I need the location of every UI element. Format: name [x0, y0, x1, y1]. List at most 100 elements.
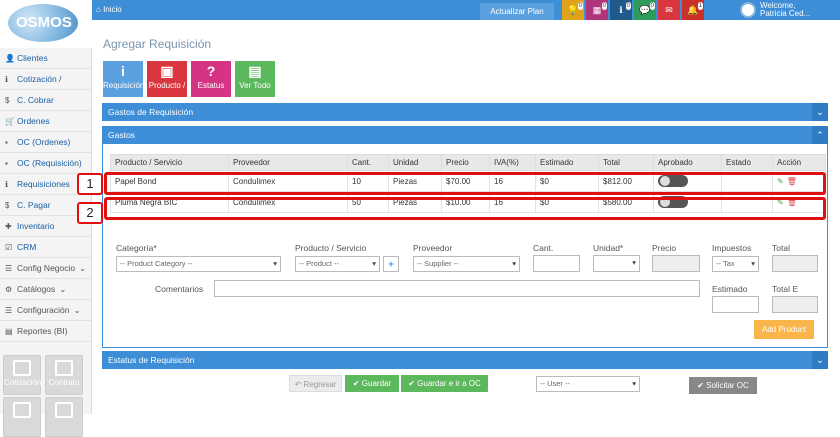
save-button[interactable]: ✔ Guardar — [345, 375, 399, 392]
document-icon: ▪ — [5, 158, 8, 168]
page-title: Agregar Requisición — [103, 37, 212, 51]
logo-text: OSMOS — [16, 14, 72, 31]
calendar-icon — [13, 402, 31, 418]
chevron-down-icon[interactable]: ⌄ — [812, 103, 828, 121]
estimated-input[interactable] — [712, 296, 759, 313]
estatus-button[interactable]: ? Estatus — [191, 61, 231, 97]
save-and-go-button[interactable]: ✔ Guardar e ir a OC — [401, 375, 488, 392]
supplier-select[interactable]: -- Supplier -- — [413, 256, 520, 272]
check-icon: ✔ — [408, 379, 415, 388]
sidebar-item-config-negocio[interactable]: ☰ Config Negocio ⌄ — [0, 258, 91, 279]
ver-todo-button[interactable]: ▤ Ver Todo — [235, 61, 275, 97]
button-label: Producto / — [148, 81, 186, 90]
panel-title: Estatus de Requisición — [108, 355, 195, 365]
col-precio: Precio — [441, 154, 490, 171]
question-icon: ? — [206, 63, 216, 79]
panel-estatus-requisicion[interactable]: Estatus de Requisición ⌄ — [102, 351, 828, 369]
col-producto: Producto / Servicio — [110, 154, 229, 171]
tile-cotizacion[interactable]: Cotización — [3, 355, 41, 395]
chart-icon: ▤ — [5, 326, 13, 336]
comentarios-label: Comentarios — [155, 284, 204, 294]
sidebar-item-cotizacion[interactable]: ℹ Cotización / — [0, 69, 91, 90]
check-icon: ✔ — [697, 381, 704, 390]
calendar-icon — [13, 360, 31, 376]
sidebar-item-catalogos[interactable]: ⚙ Catálogos ⌄ — [0, 279, 91, 300]
sidebar-item-configuracion[interactable]: ☰ Configuración ⌄ — [0, 300, 91, 321]
home-label: Inicio — [103, 5, 122, 14]
chevron-down-icon: ⌄ — [59, 283, 67, 294]
user-select[interactable]: -- User -- — [536, 376, 640, 392]
back-button[interactable]: ↶ Regresar — [289, 375, 342, 392]
logo[interactable]: OSMOS — [0, 0, 92, 48]
cogs-icon: ⚙ — [5, 284, 13, 294]
calendar-icon[interactable]: ▦ 0 — [586, 0, 608, 20]
chat-icon[interactable]: 💬 0 — [634, 0, 656, 20]
sidebar-item-label: Config Negocio — [17, 263, 76, 273]
sidebar-item-label: Cotización / — [17, 74, 62, 84]
mail-icon[interactable]: ✉ — [658, 0, 680, 20]
button-label: Solicitar OC — [706, 381, 749, 390]
add-product-button[interactable]: Add Product — [754, 320, 814, 339]
sidebar-item-cobrar[interactable]: $ C. Cobrar — [0, 90, 91, 111]
sidebar-item-ordenes[interactable]: 🛒 Ordenes — [0, 111, 91, 132]
unit-select[interactable] — [593, 255, 640, 272]
chevron-down-icon[interactable]: ⌄ — [812, 351, 828, 369]
precio-label: Precio — [652, 243, 677, 253]
upgrade-plan-button[interactable]: Actualizar Plan — [480, 3, 554, 20]
sidebar-item-oc-ordenes[interactable]: ▪ OC (Ordenes) — [0, 132, 91, 153]
quantity-input[interactable] — [533, 255, 580, 272]
category-select[interactable]: -- Product Category -- — [116, 256, 281, 272]
cant-label: Cant. — [533, 243, 554, 253]
requisicion-button[interactable]: i Requisición — [103, 61, 144, 97]
lightbulb-icon[interactable]: 💡 0 — [562, 0, 584, 20]
panel-title: Gastos de Requisición — [108, 107, 194, 117]
avatar — [740, 2, 756, 18]
panel-title: Gastos — [108, 130, 135, 140]
categoria-label: Categoría* — [116, 243, 157, 253]
panel-gastos[interactable]: Gastos ⌃ — [102, 126, 828, 144]
plus-icon: ✚ — [5, 221, 12, 231]
home-link[interactable]: ⌂ Inicio — [96, 5, 122, 14]
unidad-label: Unidad* — [593, 243, 624, 253]
box-icon: ▣ — [160, 63, 174, 79]
button-label: Guardar — [361, 379, 392, 388]
col-estimado: Estimado — [535, 154, 599, 171]
sidebar-item-label: OC (Ordenes) — [17, 137, 71, 147]
chevron-up-icon[interactable]: ⌃ — [812, 126, 828, 144]
col-total: Total — [598, 154, 654, 171]
panel-gastos-requisicion[interactable]: Gastos de Requisición ⌄ — [102, 103, 828, 121]
tax-select[interactable]: -- Tax — [712, 256, 759, 272]
grid-icon: ▤ — [248, 63, 262, 79]
sidebar-item-label: Ordenes — [17, 116, 50, 126]
sidebar-item-reportes[interactable]: ▤ Reportes (BI) — [0, 321, 91, 342]
col-accion: Acción — [772, 154, 826, 171]
sidebar-item-clientes[interactable]: 👤 Clientes — [0, 48, 91, 69]
total-estimated-input[interactable] — [772, 296, 818, 313]
col-cant: Cant. — [347, 154, 389, 171]
total-input[interactable] — [772, 255, 818, 272]
price-input[interactable] — [652, 255, 700, 272]
bell-icon[interactable]: 🔔 1 — [682, 0, 704, 20]
tile-extra-1[interactable] — [3, 397, 41, 437]
sidebar-item-label: Clientes — [17, 53, 48, 63]
request-oc-button[interactable]: ✔ Solicitar OC — [689, 377, 757, 394]
highlight-box-2 — [104, 197, 826, 220]
button-label: Estatus — [197, 81, 225, 90]
button-label: Guardar e ir a OC — [417, 379, 481, 388]
tile-contrato[interactable]: Contrato — [45, 355, 83, 395]
user-menu[interactable]: Welcome, Patricia Ced... — [736, 0, 840, 20]
comments-input[interactable] — [214, 280, 700, 297]
info-icon[interactable]: ℹ0 — [610, 0, 632, 20]
producto-button[interactable]: ▣ Producto / — [147, 61, 187, 97]
check-icon: ✔ — [352, 379, 360, 388]
add-product-plus-button[interactable]: + — [383, 256, 399, 272]
sidebar-item-label: Catálogos — [17, 284, 56, 294]
tile-extra-2[interactable] — [45, 397, 83, 437]
user-name: Patricia Ced... — [760, 9, 811, 18]
undo-icon: ↶ — [294, 380, 302, 389]
badge: 0 — [649, 2, 655, 10]
sidebar-item-crm[interactable]: ☑ CRM — [0, 237, 91, 258]
col-iva: IVA(%) — [489, 154, 536, 171]
product-select[interactable]: -- Product -- — [295, 256, 380, 272]
sidebar-item-oc-requisicion[interactable]: ▪ OC (Requisición) — [0, 153, 91, 174]
